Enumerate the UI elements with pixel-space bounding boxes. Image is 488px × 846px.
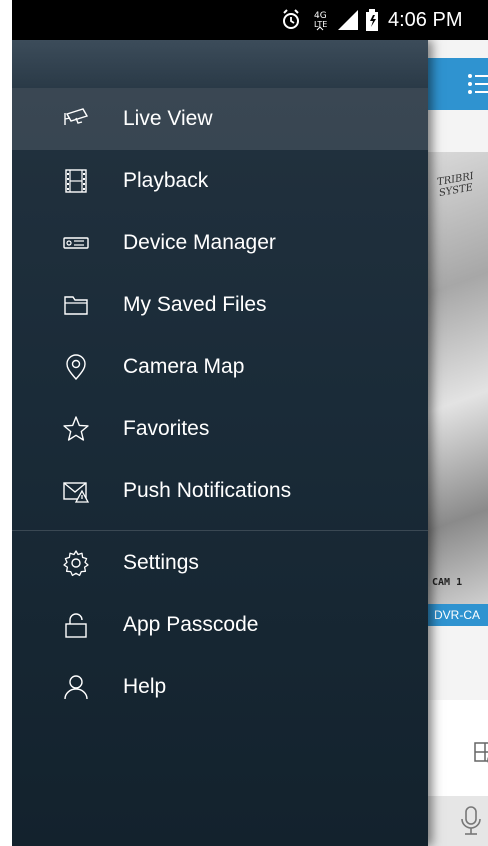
dvr-device-icon [62,229,90,257]
menu-item-label: Favorites [123,417,210,440]
menu-item-favorites[interactable]: Favorites [12,398,428,460]
menu-item-label: Device Manager [123,231,276,254]
menu-item-device-manager[interactable]: Device Manager [12,212,428,274]
battery-icon [364,0,380,40]
menu-divider [12,530,428,531]
cctv-camera-icon [62,105,90,133]
menu-item-help[interactable]: Help [12,656,428,718]
hamburger-menu-icon[interactable] [450,66,488,102]
camera-osd-text: CAM 1 [432,577,463,588]
menu-item-label: Help [123,675,167,698]
camera-brand-text: TRIBRI SYSTE [436,170,475,200]
drawer-header [12,40,428,88]
menu-item-label: Settings [123,551,199,574]
alarm-clock-icon [280,0,302,40]
map-pin-icon [62,353,90,381]
4g-lte-icon: 4G LTE [312,0,330,40]
film-strip-icon [62,167,90,195]
menu-item-app-passcode[interactable]: App Passcode [12,594,428,656]
signal-icon [336,0,360,40]
gear-icon [62,549,90,577]
menu-item-label: Playback [123,169,209,192]
menu-item-label: My Saved Files [123,293,267,316]
camera-name-label: DVR-CA [428,604,488,626]
padlock-icon [62,611,90,639]
screen: 4G LTE 4:06 PM TRIBRI SYSTE CAM 1 DVR-CA … [12,0,488,846]
menu-item-push-notifications[interactable]: Push Notifications [12,460,428,522]
menu-item-label: Push Notifications [123,479,292,502]
menu-item-camera-map[interactable]: Camera Map [12,336,428,398]
menu-item-label: Camera Map [123,355,245,378]
menu-item-label: Live View [123,107,213,130]
envelope-alert-icon [62,477,90,505]
navigation-drawer: Live View Playback Device Manager My Sav… [12,40,428,846]
grid-layout-icon[interactable]: 4 [474,742,488,768]
bottom-control-panel: 4 [428,700,488,846]
menu-item-playback[interactable]: Playback [12,150,428,212]
folder-icon [62,291,90,319]
menu-item-my-saved-files[interactable]: My Saved Files [12,274,428,336]
menu-item-settings[interactable]: Settings [12,532,428,594]
camera-feed[interactable]: TRIBRI SYSTE CAM 1 [428,152,488,604]
person-icon [62,673,90,701]
microphone-icon[interactable] [458,804,484,838]
audio-bar [428,796,488,846]
clock-time: 4:06 PM [388,9,463,31]
menu-item-live-view[interactable]: Live View [12,88,428,150]
star-icon [62,415,90,443]
status-bar: 4G LTE 4:06 PM [12,0,488,40]
menu-item-label: App Passcode [123,613,259,636]
